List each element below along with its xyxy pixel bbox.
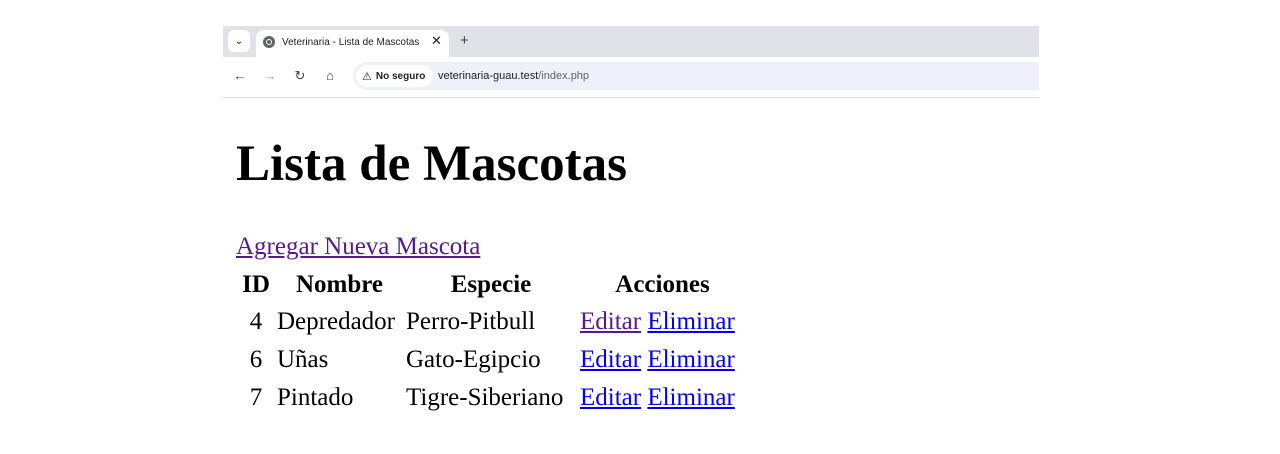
edit-link[interactable]: Editar bbox=[580, 308, 641, 335]
cell-id: 4 bbox=[249, 308, 263, 335]
url-text[interactable]: veterinaria-guau.test/index.php bbox=[438, 70, 589, 82]
table-header-row: ID Nombre Especie Acciones bbox=[238, 268, 746, 302]
cell-especie: Gato-Egipcio bbox=[406, 346, 541, 373]
column-header-id: ID bbox=[242, 271, 270, 298]
close-icon[interactable]: ✕ bbox=[431, 34, 442, 48]
cell-nombre: Pintado bbox=[277, 384, 354, 411]
url-path: /index.php bbox=[538, 70, 590, 82]
cell-nombre: Uñas bbox=[277, 346, 329, 373]
cell-id: 6 bbox=[249, 346, 263, 373]
warning-icon: ⚠ bbox=[362, 70, 372, 83]
delete-link[interactable]: Eliminar bbox=[647, 308, 734, 335]
tab-search-icon[interactable]: ⌄ bbox=[228, 30, 250, 52]
delete-link[interactable]: Eliminar bbox=[647, 346, 734, 373]
column-header-nombre: Nombre bbox=[295, 271, 384, 298]
edit-link[interactable]: Editar bbox=[580, 346, 641, 373]
security-label: No seguro bbox=[375, 70, 426, 82]
browser-window: ⌄ Veterinaria - Lista de Mascotas ✕ + ← … bbox=[223, 26, 1039, 98]
column-header-acciones: Acciones bbox=[615, 271, 710, 298]
tab-active[interactable]: Veterinaria - Lista de Mascotas ✕ bbox=[256, 30, 449, 57]
delete-link[interactable]: Eliminar bbox=[647, 384, 734, 411]
cell-acciones: Editar Eliminar bbox=[579, 304, 746, 340]
tab-title: Veterinaria - Lista de Mascotas bbox=[282, 37, 420, 48]
add-pet-link[interactable]: Agregar Nueva Mascota bbox=[236, 232, 480, 262]
pets-table: ID Nombre Especie Acciones 4 Depredador … bbox=[236, 266, 748, 418]
cell-especie: Tigre-Siberiano bbox=[406, 384, 564, 411]
table-row: 4 Depredador Perro-Pitbull Editar Elimin… bbox=[238, 304, 746, 340]
home-icon[interactable]: ⌂ bbox=[322, 68, 338, 84]
forward-arrow-icon[interactable]: → bbox=[262, 68, 278, 84]
plus-icon[interactable]: + bbox=[460, 32, 469, 49]
table-row: 6 Uñas Gato-Egipcio Editar Eliminar bbox=[238, 342, 746, 378]
security-chip[interactable]: ⚠ No seguro bbox=[356, 65, 434, 87]
address-bar[interactable]: ⚠ No seguro veterinaria-guau.test/index.… bbox=[353, 62, 1039, 90]
page-title: Lista de Mascotas bbox=[236, 136, 627, 192]
table-row: 7 Pintado Tigre-Siberiano Editar Elimina… bbox=[238, 380, 746, 416]
tab-strip: ⌄ Veterinaria - Lista de Mascotas ✕ + bbox=[223, 26, 1039, 57]
cell-id: 7 bbox=[249, 384, 263, 411]
cell-acciones: Editar Eliminar bbox=[579, 380, 746, 416]
browser-toolbar: ← → ↻ ⌂ ⚠ No seguro veterinaria-guau.tes… bbox=[223, 57, 1039, 98]
cell-acciones: Editar Eliminar bbox=[579, 342, 746, 378]
cell-nombre: Depredador bbox=[277, 308, 395, 335]
column-header-especie: Especie bbox=[450, 271, 532, 298]
cell-especie: Perro-Pitbull bbox=[406, 308, 536, 335]
back-arrow-icon[interactable]: ← bbox=[232, 68, 248, 84]
globe-icon bbox=[263, 36, 275, 48]
edit-link[interactable]: Editar bbox=[580, 384, 641, 411]
url-host: veterinaria-guau.test bbox=[438, 70, 539, 82]
reload-icon[interactable]: ↻ bbox=[292, 68, 308, 84]
